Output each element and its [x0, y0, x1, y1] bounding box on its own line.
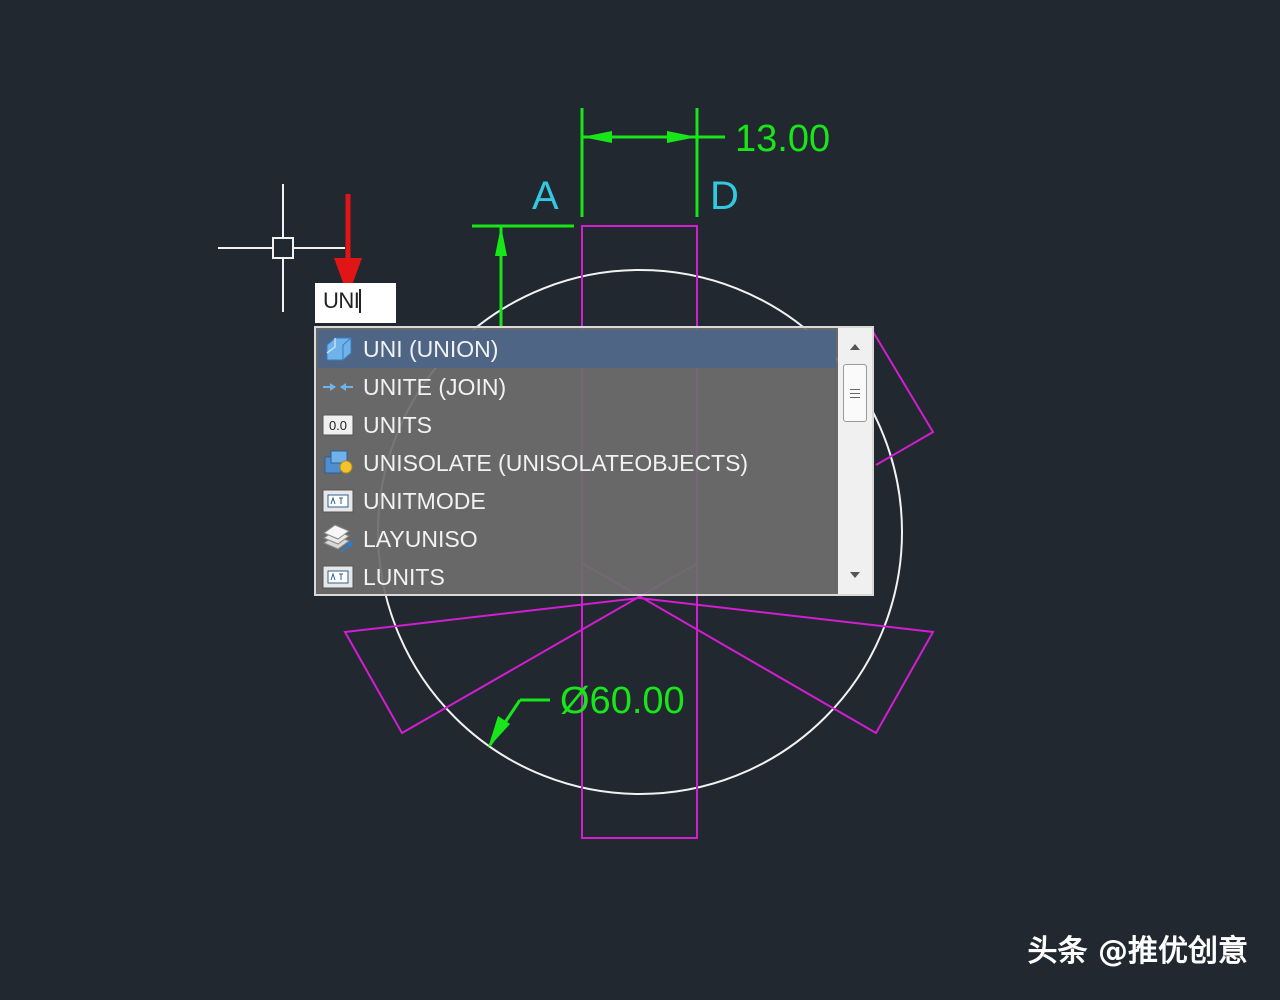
autocomplete-item-unitmode[interactable]: UNITMODE	[318, 482, 836, 520]
dimension-13-label: 13.00	[735, 118, 830, 160]
unisolate-icon	[321, 446, 355, 480]
command-input-text: UNI	[323, 288, 360, 313]
watermark-source: 头条	[1027, 934, 1088, 969]
horizontal-dimension	[580, 108, 725, 217]
watermark: 头条 @推优创意	[1028, 926, 1248, 970]
point-label-a: A	[532, 174, 559, 218]
autocomplete-item-label: LUNITS	[363, 563, 445, 590]
upper-right-arm	[871, 329, 935, 466]
scrollbar-thumb[interactable]	[843, 364, 867, 422]
autocomplete-item-label: UNITMODE	[363, 487, 486, 514]
system-variable-icon	[321, 560, 355, 594]
cad-canvas[interactable]: 13.00 A D Ø60.00 UNI UNI (UNION) UNITE (…	[0, 0, 1280, 1000]
autocomplete-item-label: LAYUNISO	[363, 525, 478, 552]
autocomplete-item-label: UNITE (JOIN)	[363, 373, 507, 400]
autocomplete-item-units[interactable]: 0.0 UNITS	[318, 406, 836, 444]
system-variable-icon	[321, 484, 355, 518]
red-arrow-icon	[334, 194, 362, 296]
autocomplete-item-label: UNISOLATE (UNISOLATEOBJECTS)	[363, 449, 749, 476]
autocomplete-item-lunits[interactable]: LUNITS	[318, 558, 836, 596]
diameter-label: Ø60.00	[560, 680, 685, 722]
autocomplete-item-join[interactable]: UNITE (JOIN)	[318, 368, 836, 406]
point-label-d: D	[710, 174, 739, 218]
union-icon	[321, 332, 355, 366]
text-caret	[359, 289, 362, 313]
scroll-down-arrow-icon[interactable]	[838, 558, 872, 592]
autocomplete-items: UNI (UNION) UNITE (JOIN) 0.0 UNITS UNISO…	[316, 328, 836, 594]
diameter-leader	[488, 698, 550, 748]
autocomplete-scrollbar[interactable]	[838, 328, 872, 594]
autocomplete-item-unisolate[interactable]: UNISOLATE (UNISOLATEOBJECTS)	[318, 444, 836, 482]
units-icon-text: 0.0	[329, 418, 347, 433]
autocomplete-item-label: UNITS	[363, 411, 432, 438]
autocomplete-item-layuniso[interactable]: LAYUNISO	[318, 520, 836, 558]
autocomplete-item-union[interactable]: UNI (UNION)	[318, 330, 836, 368]
layers-icon	[321, 522, 355, 556]
autocomplete-item-label: UNI (UNION)	[363, 335, 499, 362]
join-icon	[321, 370, 355, 404]
watermark-author: @推优创意	[1098, 934, 1248, 969]
command-autocomplete-list[interactable]: UNI (UNION) UNITE (JOIN) 0.0 UNITS UNISO…	[314, 326, 874, 596]
scroll-up-arrow-icon[interactable]	[838, 330, 872, 364]
units-icon: 0.0	[321, 408, 355, 442]
vertical-dimension	[472, 224, 574, 326]
command-input-field[interactable]: UNI	[315, 283, 396, 323]
